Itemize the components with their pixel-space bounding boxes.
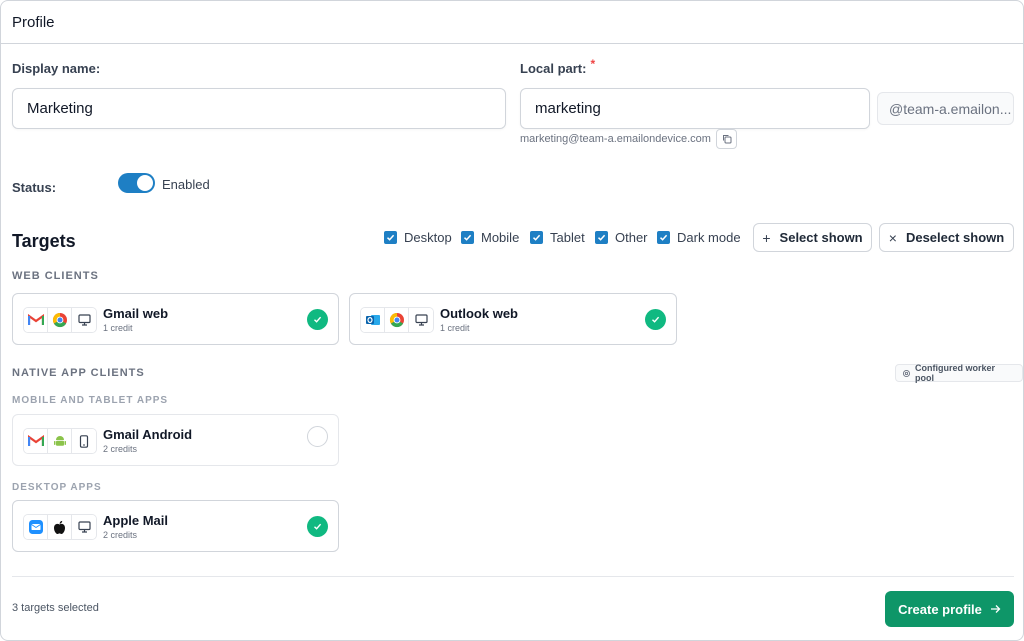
client-credits: 1 credit — [103, 323, 133, 333]
client-credits: 2 credits — [103, 444, 138, 454]
gear-icon — [902, 369, 910, 377]
chrome-icon — [48, 308, 72, 332]
filter-desktop[interactable]: Desktop — [384, 230, 452, 245]
required-marker: * — [590, 57, 596, 71]
desktop-apps-heading: DESKTOP APPS — [12, 482, 102, 493]
targets-title: Targets — [12, 231, 76, 251]
deselect-shown-button[interactable]: × Deselect shown — [879, 223, 1014, 252]
unselected-circle-icon — [307, 426, 328, 447]
create-profile-label: Create profile — [898, 601, 982, 617]
display-name-label: Display name: — [12, 61, 101, 76]
selected-check-icon — [307, 516, 328, 537]
filter-mobile[interactable]: Mobile — [461, 230, 519, 245]
android-icon — [48, 429, 72, 453]
client-name: Gmail web — [103, 306, 169, 321]
apple-mail-icon — [24, 515, 48, 539]
local-part-input[interactable]: marketing — [520, 88, 870, 129]
status-toggle[interactable] — [118, 173, 155, 193]
target-card-outlook-web[interactable]: Outlook web 1 credit — [349, 293, 677, 345]
client-icons — [360, 307, 434, 333]
checkbox-icon — [530, 231, 543, 244]
chrome-icon — [385, 308, 409, 332]
filter-tablet[interactable]: Tablet — [530, 230, 585, 245]
checkbox-icon — [384, 231, 397, 244]
desktop-icon — [72, 515, 96, 539]
mobile-apps-heading: MOBILE AND TABLET APPS — [12, 395, 169, 406]
selected-count: 3 targets selected — [12, 602, 99, 614]
phone-icon — [72, 429, 96, 453]
native-clients-heading: NATIVE APP CLIENTS — [12, 367, 145, 379]
selected-check-icon — [307, 309, 328, 330]
footer-divider — [12, 576, 1014, 577]
panel-header: Profile — [1, 1, 1023, 44]
status-label: Status: — [12, 180, 57, 195]
filter-other[interactable]: Other — [595, 230, 648, 245]
client-credits: 1 credit — [440, 323, 470, 333]
display-name-value: Marketing — [27, 100, 93, 117]
copy-icon — [722, 135, 731, 144]
target-card-gmail-web[interactable]: Gmail web 1 credit — [12, 293, 339, 345]
domain-suffix: @team-a.emailon... — [877, 92, 1014, 125]
plus-icon: + — [762, 229, 771, 246]
close-icon: × — [888, 229, 897, 246]
checkbox-icon — [461, 231, 474, 244]
desktop-icon — [72, 308, 96, 332]
deselect-shown-label: Deselect shown — [905, 230, 1005, 245]
create-profile-button[interactable]: Create profile — [885, 591, 1014, 627]
select-shown-button[interactable]: + Select shown — [753, 223, 872, 252]
arrow-right-icon — [990, 605, 1001, 613]
local-part-label-text: Local part: — [520, 61, 587, 76]
client-icons — [23, 428, 97, 454]
filter-label: Mobile — [481, 230, 520, 245]
local-part-label: Local part: * — [520, 57, 595, 76]
filter-label: Other — [615, 230, 648, 245]
client-name: Outlook web — [440, 306, 518, 321]
filter-label: Desktop — [404, 230, 452, 245]
client-credits: 2 credits — [103, 530, 138, 540]
copy-address-button[interactable] — [716, 129, 737, 149]
checkbox-icon — [657, 231, 670, 244]
full-address-hint: marketing@team-a.emailondevice.com — [520, 133, 711, 145]
worker-pool-label: Configured worker pool — [914, 363, 995, 383]
desktop-icon — [409, 308, 433, 332]
display-name-input[interactable]: Marketing — [12, 88, 506, 129]
target-card-gmail-android[interactable]: Gmail Android 2 credits — [12, 414, 339, 466]
status-value: Enabled — [162, 177, 210, 192]
client-name: Apple Mail — [103, 513, 169, 528]
select-shown-label: Select shown — [779, 230, 863, 245]
outlook-icon — [361, 308, 385, 332]
filter-label: Dark mode — [677, 230, 741, 245]
target-card-apple-mail[interactable]: Apple Mail 2 credits — [12, 500, 339, 552]
worker-pool-badge: Configured worker pool — [895, 363, 1023, 383]
client-icons — [23, 307, 97, 333]
local-part-value: marketing — [535, 100, 601, 117]
gmail-icon — [24, 308, 48, 332]
client-icons — [23, 514, 97, 540]
domain-suffix-text: @team-a.emailon... — [889, 100, 1012, 117]
filter-label: Tablet — [550, 230, 585, 245]
page-title: Profile — [12, 13, 55, 31]
gmail-icon — [24, 429, 48, 453]
checkbox-icon — [595, 231, 608, 244]
profile-panel: Profile Display name: Marketing Local pa… — [0, 0, 1024, 641]
selected-check-icon — [645, 309, 666, 330]
apple-icon — [48, 515, 72, 539]
filter-dark-mode[interactable]: Dark mode — [657, 230, 741, 245]
web-clients-heading: WEB CLIENTS — [12, 270, 99, 282]
client-name: Gmail Android — [103, 427, 193, 442]
